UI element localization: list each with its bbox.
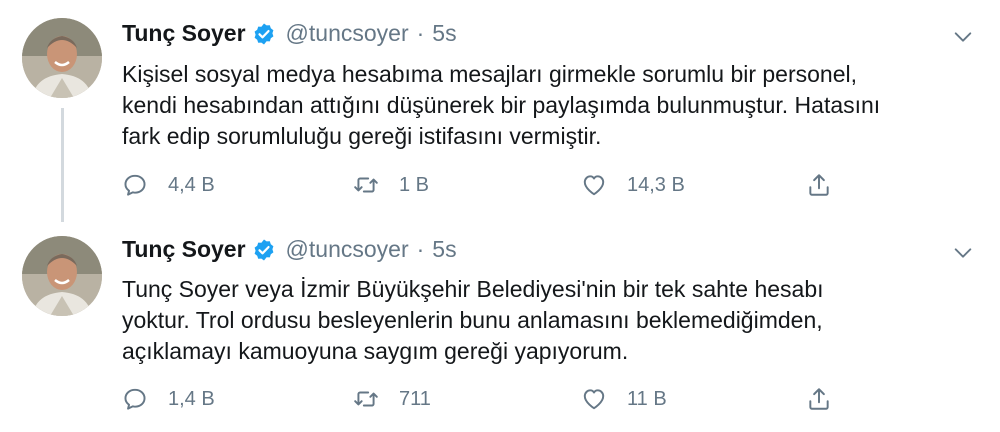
like-count: 14,3 B bbox=[627, 173, 685, 196]
retweet-icon bbox=[354, 391, 378, 407]
separator-dot: · bbox=[416, 20, 425, 46]
share-icon bbox=[809, 388, 829, 410]
share-button[interactable] bbox=[806, 170, 832, 200]
tweet[interactable]: Tunç Soyer @tuncsoyer · 5s Tunç Soyer ve… bbox=[0, 222, 1000, 432]
retweet-button[interactable]: 1 B bbox=[353, 170, 429, 200]
avatar[interactable] bbox=[22, 18, 102, 98]
author-name[interactable]: Tunç Soyer bbox=[122, 20, 246, 47]
tweet-actions: 4,4 B 1 B 14,3 B bbox=[122, 170, 842, 200]
separator-dot: · bbox=[416, 236, 425, 262]
like-count: 11 B bbox=[627, 387, 667, 410]
chevron-down-icon[interactable] bbox=[952, 26, 974, 48]
retweet-count: 1 B bbox=[399, 173, 430, 196]
tweet-actions: 1,4 B 711 11 B bbox=[122, 384, 842, 414]
author-handle[interactable]: @tuncsoyer bbox=[286, 20, 409, 47]
reply-button[interactable]: 4,4 B bbox=[122, 170, 215, 200]
tweet-header: Tunç Soyer @tuncsoyer · 5s bbox=[122, 20, 457, 47]
tweet-header: Tunç Soyer @tuncsoyer · 5s bbox=[122, 236, 457, 263]
tweet-timestamp[interactable]: 5s bbox=[432, 20, 456, 47]
reply-count: 4,4 B bbox=[168, 173, 215, 196]
retweet-icon bbox=[354, 177, 378, 193]
reply-icon bbox=[124, 388, 146, 410]
verified-badge-icon bbox=[254, 23, 273, 44]
tweet[interactable]: Tunç Soyer @tuncsoyer · 5s Kişisel sosya… bbox=[0, 0, 1000, 222]
author-handle[interactable]: @tuncsoyer bbox=[286, 236, 409, 263]
like-button[interactable]: 14,3 B bbox=[581, 170, 685, 200]
tweet-text: Kişisel sosyal medya hesabıma mesajları … bbox=[122, 61, 881, 149]
like-icon bbox=[583, 389, 605, 410]
like-icon bbox=[583, 175, 605, 196]
verified-badge-icon bbox=[254, 239, 273, 260]
tweet-text: Tunç Soyer veya İzmir Büyükşehir Belediy… bbox=[122, 276, 824, 364]
retweet-button[interactable]: 711 bbox=[353, 384, 431, 414]
tweet-timestamp[interactable]: 5s bbox=[432, 236, 456, 263]
thread-line bbox=[61, 108, 64, 222]
author-name[interactable]: Tunç Soyer bbox=[122, 236, 246, 263]
reply-button[interactable]: 1,4 B bbox=[122, 384, 215, 414]
like-button[interactable]: 11 B bbox=[581, 384, 667, 414]
reply-icon bbox=[124, 174, 146, 196]
retweet-count: 711 bbox=[399, 387, 431, 410]
chevron-down-icon[interactable] bbox=[952, 242, 974, 264]
avatar[interactable] bbox=[22, 236, 102, 316]
reply-count: 1,4 B bbox=[168, 387, 215, 410]
share-button[interactable] bbox=[806, 384, 832, 414]
share-icon bbox=[809, 174, 829, 196]
